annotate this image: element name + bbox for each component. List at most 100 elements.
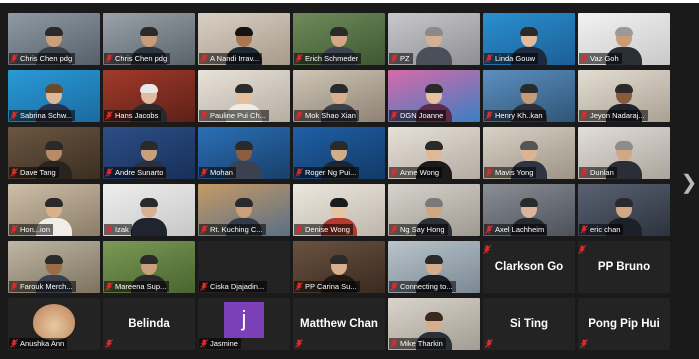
- participant-tile[interactable]: Izak: [103, 184, 195, 236]
- mic-muted-icon: [200, 282, 208, 291]
- participant-tile[interactable]: A Nandi Irrav...: [198, 13, 290, 65]
- participant-name: Mavis Yong: [495, 168, 534, 177]
- participant-name: A Nandi Irrav...: [210, 54, 260, 63]
- participant-tile[interactable]: Vaz Goh: [578, 13, 670, 65]
- participant-label: Hans Jacobs: [104, 110, 162, 121]
- participant-tile[interactable]: Hon...ion: [8, 184, 100, 236]
- participant-tile[interactable]: Pauline Pui Ch...: [198, 70, 290, 122]
- participant-name: PZ: [400, 54, 410, 63]
- participant-tile[interactable]: PZ: [388, 13, 480, 65]
- participant-name: Rt. Kuching C...: [210, 225, 263, 234]
- participant-name: Hans Jacobs: [115, 111, 159, 120]
- participant-tile[interactable]: Dave Tang: [8, 127, 100, 179]
- mic-muted-icon: [580, 54, 588, 63]
- participant-tile[interactable]: Rt. Kuching C...: [198, 184, 290, 236]
- participant-tile[interactable]: Ciska Djajadin...: [198, 241, 290, 293]
- participant-tile[interactable]: Jeyon Nadaraj...: [578, 70, 670, 122]
- participant-name: Belinda: [128, 318, 170, 330]
- participant-label: Andre Sunarto: [104, 167, 167, 178]
- mic-muted-icon: [390, 282, 398, 291]
- participant-tile[interactable]: Pong Pip Hui: [578, 298, 670, 350]
- mic-muted-icon: [485, 54, 493, 63]
- mic-muted-icon: [485, 339, 493, 348]
- participant-tile[interactable]: Mike Tharkin: [388, 298, 480, 350]
- participant-tile[interactable]: Anne Wong: [388, 127, 480, 179]
- participant-tile[interactable]: PP Carina Su...: [293, 241, 385, 293]
- mic-muted-icon: [10, 339, 18, 348]
- chevron-right-icon: ❯: [680, 171, 698, 194]
- mic-muted-icon: [483, 245, 491, 254]
- mic-muted-icon: [200, 225, 208, 234]
- participant-tile[interactable]: Farouk Merch...: [8, 241, 100, 293]
- participant-tile[interactable]: j Jasmine: [198, 298, 290, 350]
- mic-muted-icon: [105, 339, 113, 348]
- participant-name: Dave Tang: [20, 168, 56, 177]
- participant-tile[interactable]: Andre Sunarto: [103, 127, 195, 179]
- participant-tile[interactable]: PP Bruno: [578, 241, 670, 293]
- participant-name: Connecting to...: [400, 282, 453, 291]
- mic-muted-icon: [10, 168, 18, 177]
- participant-name: Vaz Goh: [590, 54, 619, 63]
- participant-tile[interactable]: Chris Chen pdg: [103, 13, 195, 65]
- mic-muted-icon: [105, 111, 113, 120]
- participant-label: Pauline Pui Ch...: [199, 110, 269, 121]
- participant-tile[interactable]: Connecting to...: [388, 241, 480, 293]
- participant-name: Izak: [115, 225, 129, 234]
- participant-tile[interactable]: Belinda: [103, 298, 195, 350]
- participant-name: Clarkson Go: [494, 261, 564, 273]
- participant-tile[interactable]: Si Ting: [483, 298, 575, 350]
- participant-tile[interactable]: Henry Kh..kan: [483, 70, 575, 122]
- mic-muted-icon: [485, 225, 493, 234]
- participant-name: Anne Wong: [400, 168, 440, 177]
- participant-tile[interactable]: Mohan: [198, 127, 290, 179]
- participant-label: Connecting to...: [389, 281, 456, 292]
- participant-name: Denise Wong: [305, 225, 350, 234]
- participant-tile[interactable]: Ng Say Hong: [388, 184, 480, 236]
- participant-name: Jeyon Nadaraj...: [590, 111, 645, 120]
- participant-tile[interactable]: Mok Shao Xian: [293, 70, 385, 122]
- participant-label: Henry Kh..kan: [484, 110, 546, 121]
- participant-label: Dunlan: [579, 167, 617, 178]
- mic-muted-icon: [105, 54, 113, 63]
- participant-name: Hon...ion: [20, 225, 51, 234]
- participant-video: [130, 196, 168, 236]
- participant-tile[interactable]: Clarkson Go: [483, 241, 575, 293]
- participant-tile[interactable]: Roger Ng Pui...: [293, 127, 385, 179]
- mic-muted-icon: [295, 339, 303, 348]
- participant-tile[interactable]: Mavis Yong: [483, 127, 575, 179]
- mic-muted-icon: [10, 225, 18, 234]
- participant-name: PP Carina Su...: [305, 282, 357, 291]
- participant-label: Farouk Merch...: [9, 281, 76, 292]
- participant-label: Hon...ion: [9, 224, 54, 235]
- mic-muted-icon: [390, 339, 398, 348]
- participant-tile[interactable]: Hans Jacobs: [103, 70, 195, 122]
- mic-muted-icon: [10, 282, 18, 291]
- participant-label: Anushka Ann: [9, 338, 68, 349]
- participant-tile[interactable]: Mareena Sup...: [103, 241, 195, 293]
- mic-muted-icon: [105, 225, 113, 234]
- participant-tile[interactable]: Erich Schmeder: [293, 13, 385, 65]
- mic-muted-icon: [580, 339, 588, 348]
- participant-label: Axel Lachheim: [484, 224, 548, 235]
- participant-video: [415, 25, 453, 65]
- participant-tile[interactable]: Anushka Ann: [8, 298, 100, 350]
- participant-tile[interactable]: Denise Wong: [293, 184, 385, 236]
- mic-muted-icon: [295, 225, 303, 234]
- mic-muted-icon: [295, 168, 303, 177]
- participant-label: Linda Gouw: [484, 53, 539, 64]
- participant-tile[interactable]: Linda Gouw: [483, 13, 575, 65]
- participant-label: Jasmine: [199, 338, 241, 349]
- participant-tile[interactable]: Dunlan: [578, 127, 670, 179]
- participant-tile[interactable]: Chris Chen pdg: [8, 13, 100, 65]
- participant-tile[interactable]: DGN Joanne: [388, 70, 480, 122]
- mic-muted-icon: [295, 111, 303, 120]
- participant-tile[interactable]: Matthew Chan: [293, 298, 385, 350]
- participant-label: Mok Shao Xian: [294, 110, 359, 121]
- participant-label: Ciska Djajadin...: [199, 281, 268, 292]
- next-page-button[interactable]: ❯: [680, 168, 698, 196]
- participant-tile[interactable]: Axel Lachheim: [483, 184, 575, 236]
- participant-name: Ciska Djajadin...: [210, 282, 265, 291]
- participant-tile[interactable]: Sabrina Schw...: [8, 70, 100, 122]
- participant-tile[interactable]: eric chan: [578, 184, 670, 236]
- participant-label: PZ: [389, 53, 413, 64]
